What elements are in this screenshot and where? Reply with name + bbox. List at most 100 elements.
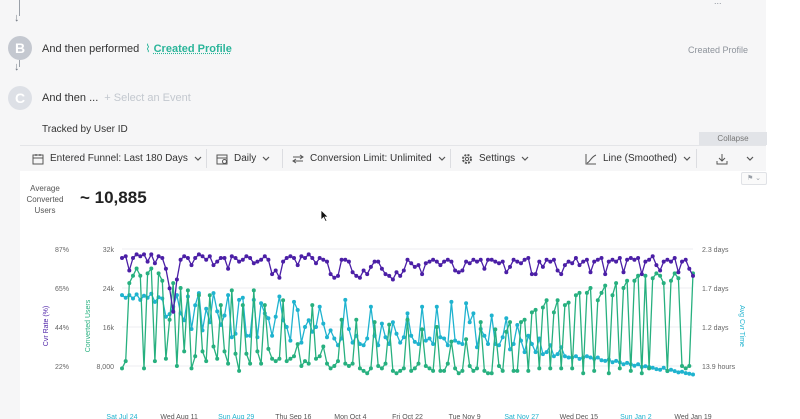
converted-users-point [599, 290, 604, 295]
converted-users-point [471, 368, 476, 373]
avg-cvr-time-point [266, 316, 271, 321]
converted-users-point [310, 303, 315, 308]
conversion-rate-point [588, 270, 593, 275]
converted-users-point [149, 266, 154, 271]
avg-cvr-time-point [409, 333, 414, 338]
conversion-rate-point [328, 272, 333, 277]
converted-users-point [573, 293, 578, 298]
avg-cvr-time-point [215, 309, 220, 314]
avg-cvr-time-point [398, 340, 403, 345]
avg-cvr-time-point [661, 365, 666, 370]
avg-cvr-time-point [405, 311, 410, 316]
avg-cvr-time-point [204, 306, 209, 311]
converted-users-point [215, 356, 220, 361]
conversion-rate-point [193, 256, 198, 260]
converted-users-point [343, 361, 348, 366]
converted-users-point [387, 322, 392, 327]
converted-users-point [361, 368, 366, 373]
converted-users-point [632, 278, 637, 283]
converted-users-point [372, 320, 377, 325]
conversion-rate-point [273, 268, 278, 273]
converted-users-point [683, 366, 688, 371]
avg-cvr-time-point [453, 338, 458, 343]
converted-users-point [478, 320, 483, 325]
conversion-rate-point [431, 257, 436, 262]
x-axis-tick-label: Fri Oct 22 [392, 414, 423, 419]
avg-cvr-time-point [343, 297, 348, 302]
avg-cvr-time-point [434, 304, 439, 309]
converted-users-point [405, 317, 410, 322]
conversion-rate-point [123, 254, 128, 259]
converted-users-point [248, 361, 253, 366]
converted-users-point [134, 266, 139, 271]
avg-cvr-time-point [237, 297, 242, 302]
conversion-rate-point [442, 259, 447, 264]
converted-users-point [588, 286, 593, 290]
avg-cvr-time-point [482, 333, 487, 338]
converted-users-point [222, 349, 227, 354]
converted-users-point [647, 366, 652, 371]
converted-users-point [526, 368, 531, 373]
converted-users-point [160, 278, 165, 283]
conversion-rate-point [321, 257, 326, 262]
avg-cvr-time-point [211, 291, 216, 296]
conversion-rate-point [504, 270, 509, 275]
converted-users-point [365, 371, 370, 376]
converted-users-point [229, 288, 234, 293]
conversion-rate-point [160, 256, 165, 260]
conversion-rate-point [325, 259, 329, 264]
converted-users-point [577, 290, 582, 295]
converted-users-point [551, 310, 556, 315]
conversion-rate-point [423, 261, 428, 266]
funnel-line-chart[interactable]: 87% 65% 44% 22% 32k 24k 16k 8,000 2.3 days 1.7 da… [0, 0, 800, 419]
avg-cvr-time-point [412, 339, 417, 344]
converted-users-point [687, 364, 692, 368]
conversion-rate-point [665, 257, 670, 262]
conversion-rate-point [248, 256, 253, 260]
conversion-rate-point [672, 256, 677, 260]
converted-users-point [445, 361, 450, 366]
conversion-rate-point [687, 266, 692, 271]
conversion-rate-point [650, 254, 655, 259]
conversion-rate-point [372, 259, 377, 264]
middle-axis-tick-label: 8,000 [96, 364, 114, 371]
avg-cvr-time-point [610, 360, 615, 365]
conversion-rate-point [354, 273, 359, 278]
conversion-rate-point [625, 257, 630, 262]
avg-cvr-time-point [259, 301, 264, 306]
avg-cvr-time-point [632, 363, 637, 368]
converted-users-point [120, 366, 124, 371]
converted-users-point [284, 359, 289, 364]
converted-users-point [610, 293, 615, 298]
conversion-rate-point [196, 252, 201, 257]
conversion-rate-point [497, 261, 501, 266]
converted-users-point [650, 276, 655, 281]
conversion-rate-point [361, 268, 366, 273]
conversion-rate-point [621, 270, 626, 275]
converted-users-point [548, 366, 553, 371]
middle-axis-tick-label: 24k [103, 286, 115, 293]
conversion-rate-point [643, 259, 648, 264]
converted-users-point [251, 288, 256, 293]
conversion-rate-point [299, 254, 304, 259]
avg-cvr-time-point [669, 367, 673, 372]
avg-cvr-time-point [292, 299, 296, 304]
conversion-rate-point [314, 261, 318, 266]
conversion-rate-point [683, 257, 688, 262]
x-axis-tick-label: Thu Sep 16 [275, 414, 311, 419]
converted-users-point [339, 317, 344, 322]
converted-users-point [669, 278, 673, 283]
conversion-rate-point [131, 256, 135, 260]
avg-cvr-time-point [317, 304, 322, 309]
converted-users-point [460, 368, 465, 373]
conversion-rate-point [368, 264, 373, 269]
conversion-rate-point [467, 261, 472, 266]
converted-users-point [255, 349, 260, 354]
avg-cvr-time-point [328, 328, 333, 333]
avg-cvr-time-point [442, 336, 447, 341]
converted-users-point [453, 366, 458, 371]
converted-users-point [562, 303, 567, 308]
conversion-rate-point [270, 272, 275, 277]
converted-users-point [200, 349, 205, 354]
conversion-rate-point [317, 256, 322, 260]
